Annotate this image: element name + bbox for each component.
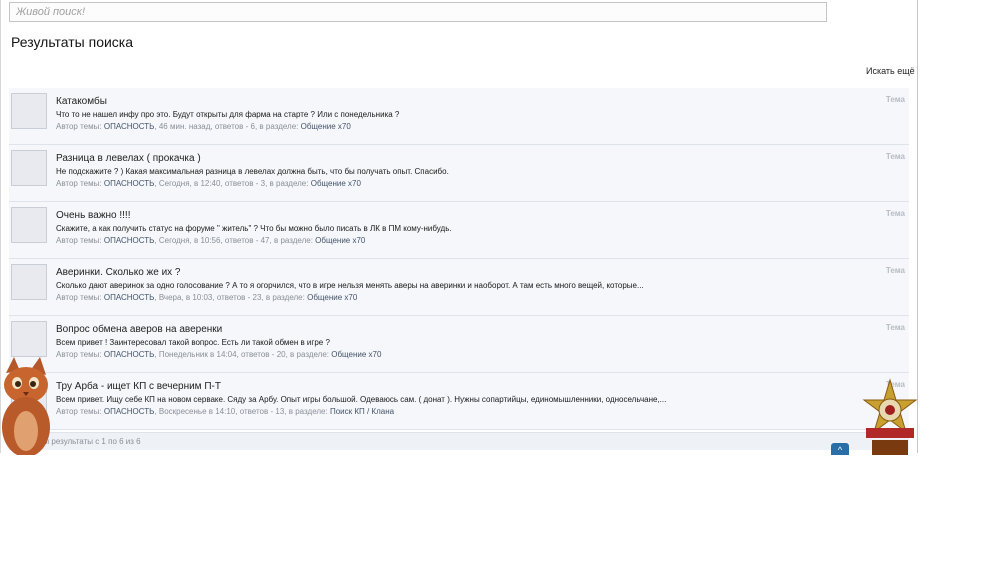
post-time: Сегодня, в 12:40 bbox=[158, 179, 221, 188]
result-snippet: Что то не нашел инфу про это. Будут откр… bbox=[56, 110, 400, 119]
result-title-link[interactable]: Вопрос обмена аверов на аверенки bbox=[56, 324, 222, 335]
result-title-link[interactable]: Очень важно !!!! bbox=[56, 210, 131, 221]
replies-label: ответов - bbox=[224, 236, 259, 245]
forum-link[interactable]: Общение х70 bbox=[315, 236, 365, 245]
chevron-up-icon: ^ bbox=[837, 445, 843, 455]
result-meta: Автор темы: ОПАСНОСТЬ, Воскресенье в 14:… bbox=[56, 407, 395, 416]
forum-link[interactable]: Общение х70 bbox=[301, 122, 351, 131]
page-title: Результаты поиска bbox=[11, 34, 134, 50]
result-type: Тема bbox=[885, 95, 905, 104]
result-item: Вопрос обмена аверов на аверенки Всем пр… bbox=[9, 316, 909, 373]
author-link[interactable]: ОПАСНОСТЬ bbox=[104, 407, 155, 416]
medal-decoration-icon bbox=[862, 378, 918, 455]
author-label: Автор темы: bbox=[56, 122, 102, 131]
section-label: в разделе: bbox=[259, 122, 299, 131]
replies-count: 13 bbox=[275, 407, 285, 416]
result-title-link[interactable]: Тру Арба - ищет КП с вечерним П-Т bbox=[56, 381, 221, 392]
post-time: Воскресенье в 14:10 bbox=[158, 407, 236, 416]
author-link[interactable]: ОПАСНОСТЬ bbox=[104, 350, 155, 359]
replies-count: 6 bbox=[250, 122, 255, 131]
content-panel: Результаты поиска Искать ещё Катакомбы Ч… bbox=[0, 0, 918, 453]
result-snippet: Сколько дают аверинок за одно голосовани… bbox=[56, 281, 644, 290]
result-type: Тема bbox=[885, 266, 905, 275]
forum-link[interactable]: Общение х70 bbox=[307, 293, 357, 302]
replies-count: 23 bbox=[252, 293, 262, 302]
author-label: Автор темы: bbox=[56, 293, 102, 302]
forum-link[interactable]: Общение х70 bbox=[311, 179, 361, 188]
section-label: в разделе: bbox=[269, 179, 309, 188]
result-meta: Автор темы: ОПАСНОСТЬ, 46 мин. назад, от… bbox=[56, 122, 351, 131]
avatar[interactable] bbox=[11, 93, 47, 129]
avatar[interactable] bbox=[11, 264, 47, 300]
result-type: Тема bbox=[885, 209, 905, 218]
result-snippet: Всем привет. Ищу себе КП на новом сервак… bbox=[56, 395, 667, 404]
author-link[interactable]: ОПАСНОСТЬ bbox=[104, 236, 155, 245]
author-label: Автор темы: bbox=[56, 407, 102, 416]
result-meta: Автор темы: ОПАСНОСТЬ, Сегодня, в 10:56,… bbox=[56, 236, 366, 245]
result-title-link[interactable]: Катакомбы bbox=[56, 96, 107, 107]
result-snippet: Всем привет ! Заинтересовал такой вопрос… bbox=[56, 338, 330, 347]
post-time: Вчера, в 10:03 bbox=[158, 293, 213, 302]
post-time: 46 мин. назад bbox=[158, 122, 211, 131]
author-label: Автор темы: bbox=[56, 350, 102, 359]
cat-mascot-icon bbox=[2, 357, 50, 455]
result-item: Тру Арба - ищет КП с вечерним П-Т Всем п… bbox=[9, 373, 909, 430]
author-label: Автор темы: bbox=[56, 179, 102, 188]
result-type: Тема bbox=[885, 323, 905, 332]
replies-count: 47 bbox=[260, 236, 270, 245]
author-label: Автор темы: bbox=[56, 236, 102, 245]
section-label: в разделе: bbox=[265, 293, 305, 302]
replies-label: ответов - bbox=[224, 179, 259, 188]
post-time: Понедельник в 14:04 bbox=[158, 350, 237, 359]
author-link[interactable]: ОПАСНОСТЬ bbox=[104, 122, 155, 131]
search-results-list: Катакомбы Что то не нашел инфу про это. … bbox=[9, 88, 909, 430]
result-meta: Автор темы: ОПАСНОСТЬ, Вчера, в 10:03, о… bbox=[56, 293, 358, 302]
replies-count: 3 bbox=[260, 179, 266, 188]
post-time: Сегодня, в 10:56 bbox=[158, 236, 221, 245]
author-link[interactable]: ОПАСНОСТЬ bbox=[104, 293, 155, 302]
avatar[interactable] bbox=[11, 150, 47, 186]
result-meta: Автор темы: ОПАСНОСТЬ, Сегодня, в 12:40,… bbox=[56, 179, 361, 188]
forum-link[interactable]: Общение х70 bbox=[331, 350, 381, 359]
result-title-link[interactable]: Аверинки. Сколько же их ? bbox=[56, 267, 181, 278]
author-link[interactable]: ОПАСНОСТЬ bbox=[104, 179, 155, 188]
forum-link[interactable]: Поиск КП / Клана bbox=[330, 407, 394, 416]
replies-label: ответов - bbox=[214, 122, 249, 131]
live-search-input[interactable] bbox=[9, 2, 827, 22]
section-label: в разделе: bbox=[288, 407, 328, 416]
avatar[interactable] bbox=[11, 207, 47, 243]
result-item: Разница в левелах ( прокачка ) Не подска… bbox=[9, 145, 909, 202]
scroll-to-top-button[interactable]: ^ bbox=[831, 443, 849, 455]
result-item: Аверинки. Сколько же их ? Сколько дают а… bbox=[9, 259, 909, 316]
result-meta: Автор темы: ОПАСНОСТЬ, Понедельник в 14:… bbox=[56, 350, 382, 359]
replies-label: ответов - bbox=[216, 293, 251, 302]
result-type: Тема bbox=[885, 152, 905, 161]
replies-label: ответов - bbox=[239, 407, 274, 416]
result-item: Очень важно !!!! Скажите, а как получить… bbox=[9, 202, 909, 259]
avatar[interactable] bbox=[11, 321, 47, 357]
replies-label: ответов - bbox=[241, 350, 275, 359]
results-footer: ны результаты с 1 по 6 из 6 bbox=[9, 432, 909, 450]
replies-count: 20 bbox=[276, 350, 286, 359]
result-item: Катакомбы Что то не нашел инфу про это. … bbox=[9, 88, 909, 145]
section-label: в разделе: bbox=[273, 236, 313, 245]
search-more-link[interactable]: Искать ещё bbox=[866, 66, 915, 76]
result-snippet: Скажите, а как получить статус на форуме… bbox=[56, 224, 452, 233]
section-label: в разделе: bbox=[290, 350, 330, 359]
result-snippet: Не подскажите ? ) Какая максимальная раз… bbox=[56, 167, 449, 176]
result-title-link[interactable]: Разница в левелах ( прокачка ) bbox=[56, 153, 201, 164]
